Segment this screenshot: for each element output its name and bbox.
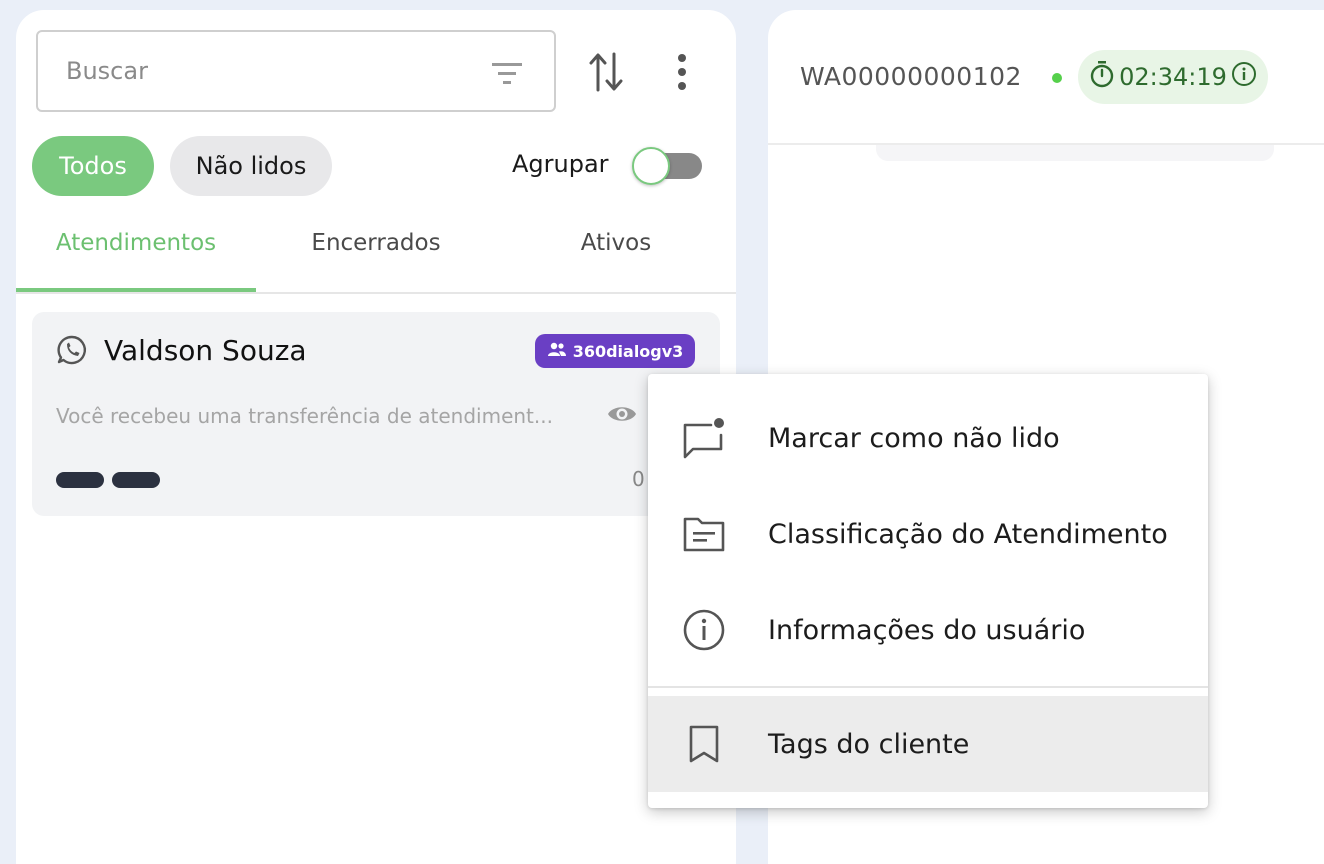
message-bubble bbox=[876, 145, 1274, 161]
eye-icon[interactable] bbox=[606, 402, 638, 430]
contact-name: Valdson Souza bbox=[104, 334, 307, 367]
menu-item-label: Marcar como não lido bbox=[768, 422, 1060, 454]
conversation-id: WA00000000102 bbox=[800, 62, 1022, 91]
last-message-preview: Você recebeu uma transferência de atendi… bbox=[56, 404, 553, 428]
menu-item-user-info[interactable]: Informações do usuário bbox=[648, 582, 1208, 678]
search-input[interactable]: Buscar bbox=[36, 30, 556, 112]
more-options-icon[interactable] bbox=[672, 52, 692, 96]
tab-ativos[interactable]: Ativos bbox=[496, 230, 736, 256]
info-icon bbox=[680, 606, 728, 654]
conversation-card[interactable]: Valdson Souza 360dialogv3 Você recebeu u… bbox=[32, 312, 720, 516]
stopwatch-icon bbox=[1089, 60, 1115, 94]
search-placeholder: Buscar bbox=[66, 57, 148, 85]
info-icon[interactable] bbox=[1231, 61, 1257, 93]
channel-badge-label: 360dialogv3 bbox=[572, 341, 684, 361]
menu-item-classification[interactable]: Classificação do Atendimento bbox=[648, 486, 1208, 582]
group-toggle-knob[interactable] bbox=[632, 147, 670, 185]
timer-chip: 02:34:19 bbox=[1078, 50, 1268, 104]
folder-icon bbox=[680, 510, 728, 558]
group-icon bbox=[547, 341, 567, 361]
menu-divider bbox=[648, 686, 1208, 688]
conversation-time: 0 bbox=[632, 467, 645, 491]
menu-item-label: Tags do cliente bbox=[768, 728, 970, 760]
menu-item-label: Informações do usuário bbox=[768, 614, 1086, 646]
tabs-divider bbox=[16, 292, 736, 294]
sort-icon[interactable] bbox=[588, 50, 624, 98]
tag-pill bbox=[56, 472, 104, 488]
tab-atendimentos[interactable]: Atendimentos bbox=[16, 230, 256, 256]
filter-chip-all[interactable]: Todos bbox=[32, 136, 154, 196]
online-status-dot bbox=[1052, 73, 1062, 83]
whatsapp-icon bbox=[56, 334, 88, 370]
timer-value: 02:34:19 bbox=[1119, 63, 1227, 91]
menu-item-mark-unread[interactable]: Marcar como não lido bbox=[648, 390, 1208, 486]
conversation-list-panel: Buscar Todos Não lidos Agrupar Atendimen… bbox=[16, 10, 736, 864]
context-menu: Marcar como não lido Classificação do At… bbox=[648, 374, 1208, 808]
tab-encerrados[interactable]: Encerrados bbox=[256, 230, 496, 256]
group-toggle-label: Agrupar bbox=[512, 150, 609, 178]
unread-message-icon bbox=[680, 414, 728, 462]
menu-item-label: Classificação do Atendimento bbox=[768, 518, 1168, 550]
filter-icon[interactable] bbox=[490, 60, 524, 90]
menu-item-client-tags[interactable]: Tags do cliente bbox=[648, 696, 1208, 792]
bookmark-icon bbox=[680, 720, 728, 768]
filter-chip-unread[interactable]: Não lidos bbox=[170, 136, 332, 196]
tag-pill bbox=[112, 472, 160, 488]
channel-badge: 360dialogv3 bbox=[535, 334, 695, 368]
